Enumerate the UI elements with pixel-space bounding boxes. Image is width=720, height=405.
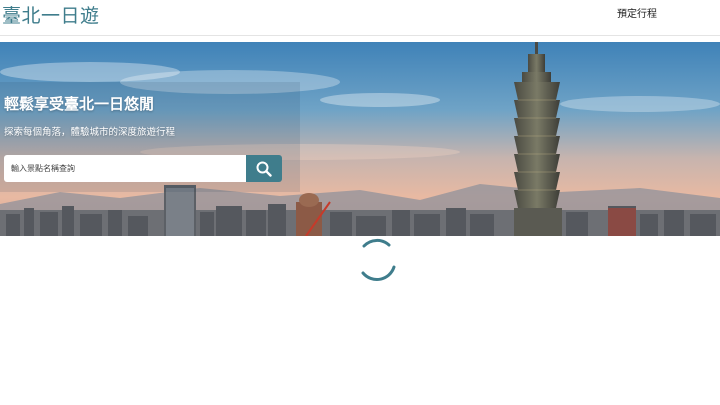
search-icon bbox=[256, 161, 272, 177]
hero-banner: 輕鬆享受臺北一日悠閒 探索每個角落，體驗城市的深度旅遊行程 bbox=[0, 42, 720, 236]
taipei-skyline-image bbox=[0, 42, 720, 236]
navbar: 臺北一日遊 預定行程 bbox=[0, 0, 720, 36]
nav-link-booking[interactable]: 預定行程 bbox=[617, 9, 657, 21]
attraction-search-input[interactable] bbox=[4, 155, 246, 182]
hero-subtitle: 探索每個角落，體驗城市的深度旅遊行程 bbox=[4, 127, 176, 138]
search-button[interactable] bbox=[246, 155, 282, 182]
hero-title: 輕鬆享受臺北一日悠閒 bbox=[4, 95, 155, 113]
site-logo[interactable]: 臺北一日遊 bbox=[2, 4, 100, 28]
loading-spinner-icon bbox=[356, 237, 398, 283]
